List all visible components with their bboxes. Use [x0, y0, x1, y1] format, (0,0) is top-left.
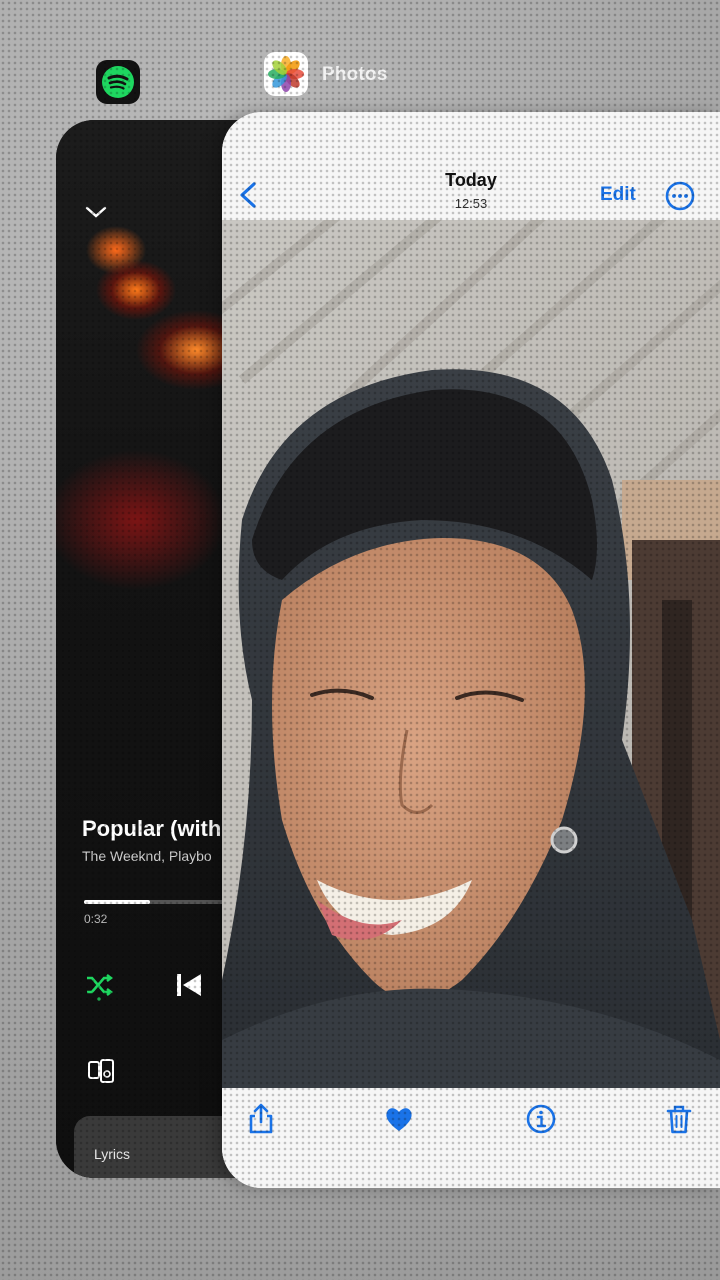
- lyrics-label: Lyrics: [94, 1146, 131, 1162]
- shuffle-icon[interactable]: [82, 968, 116, 1002]
- photos-header: Today 12:53 Edit: [222, 112, 720, 220]
- photos-app-card[interactable]: Today 12:53 Edit: [222, 112, 720, 1188]
- track-artist: The Weeknd, Playbo: [82, 848, 212, 864]
- heart-icon[interactable]: [382, 1102, 416, 1136]
- progress-fill: [84, 900, 150, 904]
- selfie-photo: [222, 220, 720, 1098]
- share-icon[interactable]: [244, 1102, 278, 1136]
- photos-app-label: Photos: [322, 64, 388, 85]
- connect-device-icon[interactable]: [86, 1056, 116, 1086]
- progress-time: 0:32: [84, 912, 108, 926]
- photos-flower-icon: [268, 56, 304, 92]
- more-options-icon[interactable]: [664, 180, 696, 212]
- chevron-down-icon[interactable]: [84, 204, 108, 220]
- info-icon[interactable]: [524, 1102, 558, 1136]
- trash-icon[interactable]: [662, 1102, 696, 1136]
- photos-app-icon[interactable]: [264, 52, 308, 96]
- spotify-logo-icon: [102, 66, 134, 98]
- photo-time: 12:53: [454, 196, 488, 211]
- photo-image[interactable]: [222, 220, 720, 1098]
- spotify-app-icon[interactable]: [96, 60, 140, 104]
- previous-track-icon[interactable]: [172, 968, 206, 1002]
- photo-toolbar: [222, 1088, 720, 1188]
- edit-button[interactable]: Edit: [600, 184, 636, 206]
- track-title: Popular (with: [82, 816, 222, 841]
- photo-date-title: Today: [445, 170, 497, 190]
